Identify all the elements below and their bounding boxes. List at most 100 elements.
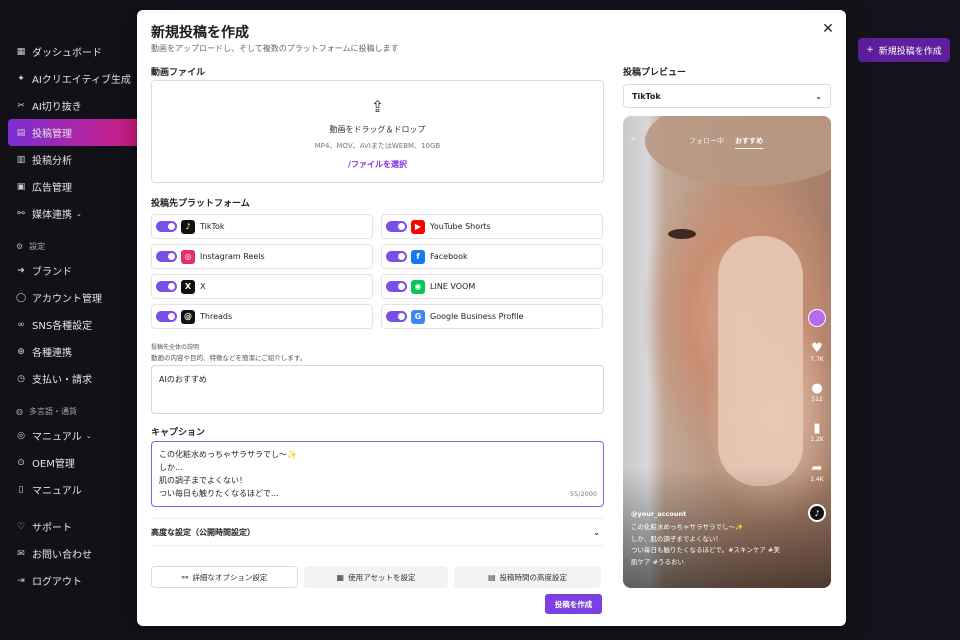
sidebar-item-ai-clip[interactable]: ✂ AI切り抜き [0,92,140,119]
platform-row[interactable]: ▶ YouTube Shorts [381,214,603,239]
platform-toggle[interactable] [386,311,407,322]
avatar[interactable] [808,309,826,327]
sidebar-item-account[interactable]: ◯ アカウント管理 [0,284,140,311]
caption-line: つい毎日も触りたくなるほどで… [159,489,279,498]
search-icon[interactable]: ⌕ [631,134,636,144]
create-post-button[interactable]: 投稿を作成 [545,594,602,614]
upload-icon: ⇪ [370,97,385,116]
platform-logo-icon: G [411,309,425,324]
select-file-link[interactable]: /ファイルを選択 [152,159,603,170]
sidebar-item-ai-creative[interactable]: ✦ AIクリエイティブ生成 [0,65,140,92]
connect-icon: ⊕ [17,346,25,357]
sidebar-item-sns-settings[interactable]: ∞ SNS各種設定 [0,311,140,338]
sidebar-item-manual-menu[interactable]: ◎ マニュアル ⌄ [0,422,140,449]
oem-icon: ⊙ [17,457,25,468]
video-dropzone[interactable]: ⇪ 動画をドラッグ＆ドロップ MP4、MOV、AVIまたはWEBM、10GB /… [151,80,604,183]
platform-label: X [200,282,206,291]
platform-toggle[interactable] [386,281,407,292]
sidebar-item-label: ダッシュボード [32,48,102,59]
sidebar-item-ads[interactable]: ▣ 広告管理 [0,173,140,200]
scissors-icon: ✂ [17,100,25,111]
bookmark-icon: ▮ [813,421,821,436]
platform-row[interactable]: ♪ TikTok [151,214,373,239]
comment-icon: ● [811,381,823,396]
infinity-icon: ∞ [17,319,25,330]
grid-icon: ▦ [336,572,345,582]
heart-icon: ♥ [811,341,823,356]
chevron-down-icon: ⌄ [85,431,92,440]
globe-icon: ◍ [16,406,23,416]
link-icon: ⚯ [181,572,189,582]
advanced-settings-toggle[interactable]: 高度な設定（公開時間設定） ⌄ [151,518,604,546]
sidebar-item-post-management[interactable]: ▤ 投稿管理 [8,119,140,146]
platform-label: Facebook [430,252,468,261]
caption-textarea[interactable]: この化粧水めっちゃサラサラでし〜✨ しか… 肌の調子までよくない！ つい毎日も触… [151,441,604,507]
platform-logo-icon: ▶ [411,219,425,234]
music-disc-icon[interactable]: ♪ [808,504,826,522]
sidebar-item-logout[interactable]: ⇥ ログアウト [0,567,140,594]
plus-icon: + [866,45,874,55]
sidebar-item-label: ログアウト [32,577,82,588]
like-button[interactable]: ♥ 7.7K [807,341,827,364]
tab-following[interactable]: フォロー中 [689,136,724,146]
platform-toggle[interactable] [156,281,177,292]
sidebar-item-billing[interactable]: ◷ 支払い・請求 [0,365,140,392]
comment-button[interactable]: ● 512 [807,381,827,404]
sidebar-item-support[interactable]: ♡ サポート [0,513,140,540]
platform-toggle[interactable] [156,221,177,232]
assets-button[interactable]: ▦ 使用アセットを設定 [304,566,448,588]
platform-row[interactable]: ◉ LINE VOOM [381,274,603,299]
sidebar-item-dashboard[interactable]: ▦ ダッシュボード [0,38,140,65]
preview-account: @your_account [631,510,687,518]
platform-label: Threads [200,312,233,321]
sparkle-icon: ✦ [17,73,25,84]
platform-toggle[interactable] [156,251,177,262]
tab-recommended[interactable]: おすすめ [735,136,763,149]
save-button[interactable]: ▮ 1.2K [807,421,827,444]
share-button[interactable]: ➦ 2.4K [807,462,827,484]
sidebar-item-label: サポート [32,523,72,534]
platform-row[interactable]: G Google Business Profile [381,304,603,329]
sidebar-item-integrations[interactable]: ⊕ 各種連携 [0,338,140,365]
user-icon: ◯ [16,292,27,303]
caption-counter: 55/2000 [569,490,597,498]
platform-logo-icon: f [411,249,425,264]
ad-icon: ▣ [16,181,26,192]
sidebar-item-brand[interactable]: ➜ ブランド [0,257,140,284]
preview-caption: この化粧水めっちゃサラサラでし〜✨ しか、肌の調子までよくない！ つい毎日も触り… [631,523,780,566]
description-textarea[interactable]: AIのおすすめ [151,365,604,414]
platform-toggle[interactable] [156,311,177,322]
gear-icon: ⚙ [16,241,24,251]
platform-label: Google Business Profile [430,312,524,321]
description-label: 投稿先全体の説明 [151,344,200,351]
sidebar-item-label: 媒体連携 [32,210,72,221]
link-icon: ⚯ [17,208,25,219]
sidebar-item-oem[interactable]: ⊙ OEM管理 [0,449,140,476]
sidebar-item-media-link[interactable]: ⚯ 媒体連携 ⌄ [0,200,140,227]
settings-section-header: ⚙ 設定 [16,241,46,251]
platforms-label: 投稿先プラットフォーム [151,199,250,209]
platform-row[interactable]: ◎ Instagram Reels [151,244,373,269]
platform-toggle[interactable] [386,251,407,262]
tiktok-preview: ⌕ フォロー中 おすすめ ♥ 7.7K ● 512 ▮ 1.2K ➦ 2.4K ♪ @y… [623,116,831,588]
close-icon[interactable]: ✕ [821,22,835,36]
mail-icon: ✉ [17,548,25,559]
platform-logo-icon: ◉ [411,279,425,294]
preview-platform-select[interactable]: TikTok ⌄ [623,84,831,108]
sidebar-item-manual[interactable]: ▯ マニュアル [0,476,140,503]
platform-row[interactable]: f Facebook [381,244,603,269]
sidebar-item-label: 投稿分析 [32,156,72,167]
platform-toggle[interactable] [386,221,407,232]
platform-label: TikTok [200,222,225,231]
grid-icon: ▦ [16,46,26,57]
platform-row[interactable]: XX [151,274,373,299]
sidebar-item-label: 支払い・請求 [32,375,92,386]
sidebar-item-contact[interactable]: ✉ お問い合わせ [0,540,140,567]
platform-row[interactable]: @ Threads [151,304,373,329]
schedule-button[interactable]: ▤ 投稿時間の高度設定 [454,566,601,588]
modal-subtitle: 動画をアップロードし、そして複数のプラットフォームに投稿します [151,44,399,53]
new-post-button[interactable]: + 新規投稿を作成 [858,38,950,62]
detail-options-button[interactable]: ⚯ 詳細なオプション設定 [151,566,298,588]
sidebar-item-post-analytics[interactable]: ▥ 投稿分析 [0,146,140,173]
book-icon: ▯ [18,484,24,495]
